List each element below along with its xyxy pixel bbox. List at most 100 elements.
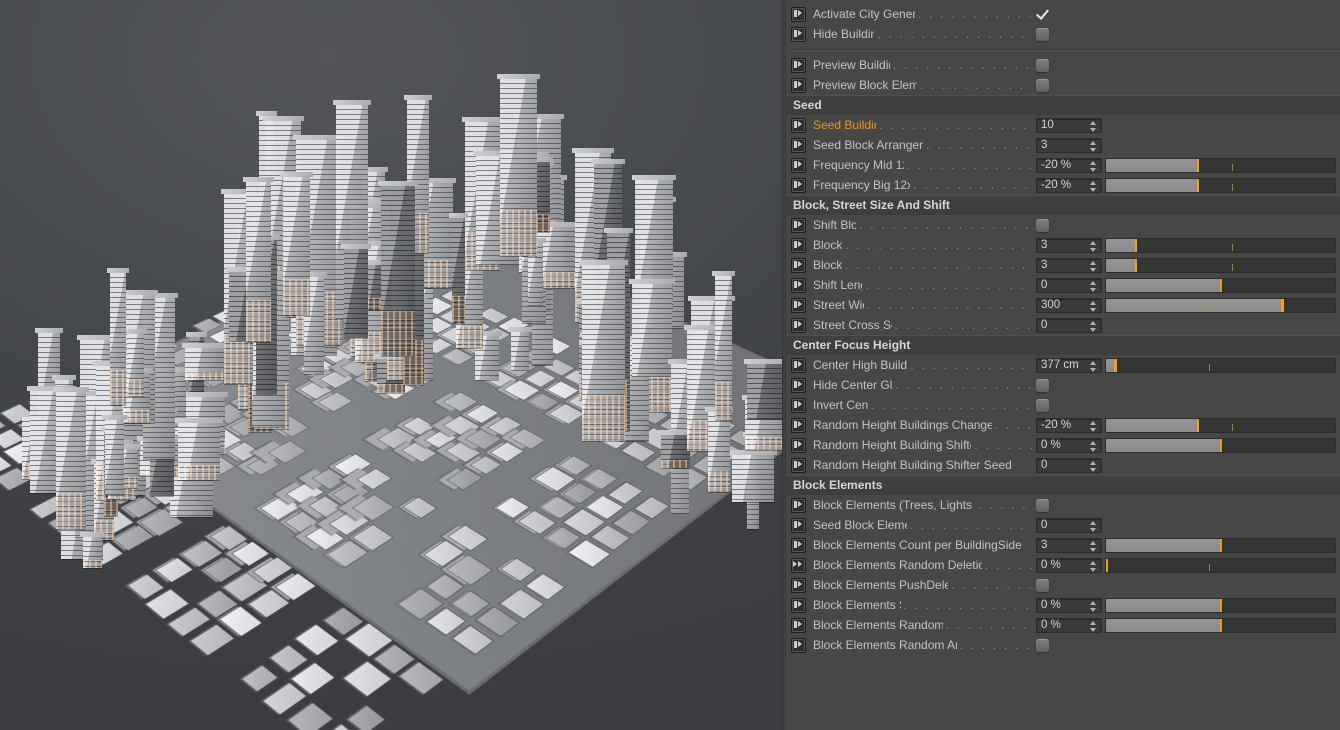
animation-track-icon[interactable] — [791, 597, 806, 613]
number-field-block-x[interactable]: 3 — [1036, 237, 1102, 253]
slider-frequency-big-12x12[interactable] — [1105, 177, 1336, 193]
animation-track-icon[interactable] — [791, 537, 806, 553]
slider-handle[interactable] — [1134, 238, 1138, 252]
animation-track-icon[interactable] — [791, 297, 806, 313]
checkbox-block-elements-pushdeletion[interactable] — [1036, 578, 1049, 592]
number-field-seed-buildings[interactable]: 10 — [1036, 117, 1102, 133]
spinner-arrows-icon[interactable] — [1090, 520, 1097, 533]
number-field-block-elements-size[interactable]: 0 % — [1036, 597, 1102, 613]
animation-track-icon[interactable] — [791, 457, 806, 473]
number-field-seed-block-elements[interactable]: 0 — [1036, 517, 1102, 533]
number-field-street-cross-seed[interactable]: 0 — [1036, 317, 1102, 333]
number-field-block-elements-count-per-buildingside[interactable]: 3 — [1036, 537, 1102, 553]
number-field-block-elements-random-deletion[interactable]: 0 % — [1036, 557, 1102, 573]
spinner-arrows-icon[interactable] — [1090, 300, 1097, 313]
slider-center-high-buildings[interactable] — [1105, 357, 1336, 373]
spinner-arrows-icon[interactable] — [1090, 540, 1097, 553]
spinner-arrows-icon[interactable] — [1090, 280, 1097, 293]
slider-block-elements-count-per-buildingside[interactable] — [1105, 537, 1336, 553]
spinner-arrows-icon[interactable] — [1090, 360, 1097, 373]
animation-track-icon[interactable] — [791, 417, 806, 433]
number-field-block-z[interactable]: 3 — [1036, 257, 1102, 273]
animation-track-icon[interactable] — [791, 357, 806, 373]
slider-street-width[interactable] — [1105, 297, 1336, 313]
3d-viewport[interactable] — [0, 0, 782, 730]
animation-track-icon[interactable] — [791, 157, 806, 173]
slider-handle[interactable] — [1196, 158, 1200, 172]
spinner-arrows-icon[interactable] — [1090, 440, 1097, 453]
animation-track-icon[interactable] — [791, 617, 806, 633]
spinner-arrows-icon[interactable] — [1090, 140, 1097, 153]
number-field-random-height-buildings-changer[interactable]: -20 % — [1036, 417, 1102, 433]
spinner-arrows-icon[interactable] — [1090, 460, 1097, 473]
slider-handle[interactable] — [1281, 298, 1284, 312]
animation-track-icon[interactable] — [791, 217, 806, 233]
number-field-random-height-building-shifter[interactable]: 0 % — [1036, 437, 1102, 453]
section-header-seed[interactable]: Seed — [786, 95, 1340, 115]
animation-track-icon[interactable] — [791, 77, 806, 93]
number-field-frequency-big-12x12[interactable]: -20 % — [1036, 177, 1102, 193]
section-header-center-focus-height[interactable]: Center Focus Height — [786, 335, 1340, 355]
spinner-arrows-icon[interactable] — [1090, 620, 1097, 633]
slider-random-height-buildings-changer[interactable] — [1105, 417, 1336, 433]
checkbox-preview-block-elements[interactable] — [1036, 78, 1049, 92]
slider-handle[interactable] — [1196, 178, 1200, 192]
slider-handle[interactable] — [1106, 558, 1108, 572]
slider-block-elements-random-size[interactable] — [1105, 617, 1336, 633]
slider-block-elements-random-deletion[interactable] — [1105, 557, 1336, 573]
spinner-arrows-icon[interactable] — [1090, 240, 1097, 253]
animation-track-icon[interactable] — [791, 497, 806, 513]
animation-track-icon[interactable] — [791, 377, 806, 393]
slider-handle[interactable] — [1196, 418, 1200, 432]
animation-track-icon[interactable] — [791, 257, 806, 273]
animation-track-icon[interactable] — [791, 57, 806, 73]
checkbox-block-elements-random-angle[interactable] — [1036, 638, 1049, 652]
attribute-manager-panel[interactable]: Activate City Generator. . . . . . . . .… — [786, 0, 1340, 730]
spinner-arrows-icon[interactable] — [1090, 260, 1097, 273]
animation-track-icon[interactable] — [791, 397, 806, 413]
number-field-block-elements-random-size[interactable]: 0 % — [1036, 617, 1102, 633]
animation-track-icon[interactable] — [791, 277, 806, 293]
number-field-shift-lenght[interactable]: 0 — [1036, 277, 1102, 293]
animation-track-icon[interactable] — [791, 177, 806, 193]
spinner-arrows-icon[interactable] — [1090, 600, 1097, 613]
checkbox-shift-block[interactable] — [1036, 218, 1049, 232]
checkbox-hide-buildings[interactable] — [1036, 27, 1049, 41]
slider-block-x[interactable] — [1105, 237, 1336, 253]
spinner-arrows-icon[interactable] — [1090, 560, 1097, 573]
spinner-arrows-icon[interactable] — [1090, 180, 1097, 193]
checkbox-preview-buildings[interactable] — [1036, 58, 1049, 72]
spinner-arrows-icon[interactable] — [1090, 120, 1097, 133]
animation-track-icon[interactable] — [791, 137, 806, 153]
animation-track-icon[interactable] — [791, 6, 806, 22]
number-field-center-high-buildings[interactable]: 377 cm — [1036, 357, 1102, 373]
slider-shift-lenght[interactable] — [1105, 277, 1336, 293]
checkbox-invert-center[interactable] — [1036, 398, 1049, 412]
section-header-block-street-size-and-shift[interactable]: Block, Street Size And Shift — [786, 195, 1340, 215]
number-field-seed-block-arrangement[interactable]: 3 — [1036, 137, 1102, 153]
animation-track-icon[interactable] — [791, 517, 806, 533]
animation-track-icon[interactable] — [791, 26, 806, 42]
section-header-block-elements[interactable]: Block Elements — [786, 475, 1340, 495]
checkbox-block-elements-trees-lights-etc[interactable] — [1036, 498, 1049, 512]
animation-track-icon[interactable] — [791, 117, 806, 133]
checkbox-activate-city-generator[interactable] — [1036, 8, 1049, 21]
animation-track-icon[interactable] — [791, 637, 806, 653]
checkbox-hide-center-globe[interactable] — [1036, 378, 1049, 392]
slider-handle[interactable] — [1134, 258, 1138, 272]
number-field-frequency-mid-12x6[interactable]: -20 % — [1036, 157, 1102, 173]
slider-random-height-building-shifter[interactable] — [1105, 437, 1336, 453]
slider-block-elements-size[interactable] — [1105, 597, 1336, 613]
spinner-arrows-icon[interactable] — [1090, 320, 1097, 333]
spinner-arrows-icon[interactable] — [1090, 160, 1097, 173]
number-field-street-width[interactable]: 300 — [1036, 297, 1102, 313]
animation-keyed-icon[interactable] — [791, 557, 806, 573]
slider-frequency-mid-12x6[interactable] — [1105, 157, 1336, 173]
spinner-arrows-icon[interactable] — [1090, 420, 1097, 433]
slider-handle[interactable] — [1114, 358, 1117, 372]
slider-block-z[interactable] — [1105, 257, 1336, 273]
animation-track-icon[interactable] — [791, 317, 806, 333]
animation-track-icon[interactable] — [791, 437, 806, 453]
number-field-random-height-building-shifter-seed[interactable]: 0 — [1036, 457, 1102, 473]
animation-track-icon[interactable] — [791, 577, 806, 593]
